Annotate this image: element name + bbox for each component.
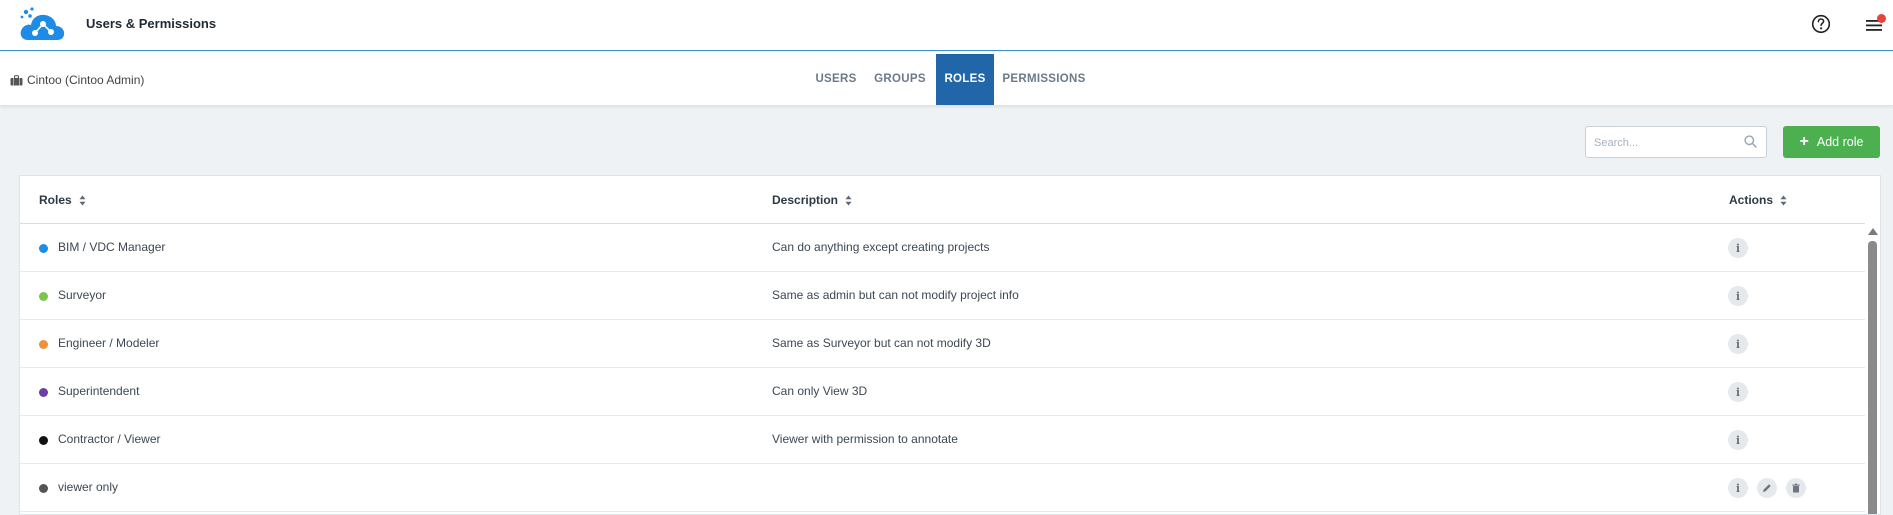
- help-circle-icon[interactable]: [1811, 14, 1831, 34]
- roles-table: Roles Description Actions BIM / VDC Mana…: [19, 175, 1881, 515]
- role-name: viewer only: [58, 480, 119, 494]
- role-description: Same as admin but can not modify project…: [772, 288, 1019, 302]
- column-header-roles[interactable]: Roles: [39, 193, 86, 207]
- search-box[interactable]: [1585, 126, 1767, 158]
- sub-navigation: Cintoo (Cintoo Admin) USERS GROUPS ROLES…: [0, 52, 1893, 105]
- column-label: Description: [772, 193, 839, 207]
- info-icon[interactable]: i: [1728, 382, 1748, 402]
- plus-icon: +: [1799, 133, 1809, 150]
- table-row[interactable]: Superintendent Can only View 3D i: [20, 368, 1865, 416]
- add-role-label: Add role: [1816, 135, 1864, 149]
- table-header: Roles Description Actions: [20, 176, 1865, 224]
- table-row[interactable]: Contractor / Viewer Viewer with permissio…: [20, 416, 1865, 464]
- scroll-up-arrow-icon[interactable]: [1868, 228, 1878, 235]
- info-icon[interactable]: i: [1728, 286, 1748, 306]
- scrollbar[interactable]: [1867, 228, 1879, 514]
- search-icon[interactable]: [1744, 135, 1757, 148]
- briefcase-icon: [10, 74, 23, 85]
- info-icon[interactable]: i: [1728, 430, 1748, 450]
- tab-groups[interactable]: GROUPS: [868, 54, 932, 105]
- role-color-dot: [39, 436, 48, 445]
- add-role-button[interactable]: + Add role: [1783, 126, 1880, 158]
- role-color-dot: [39, 244, 48, 253]
- role-name: Engineer / Modeler: [58, 336, 160, 350]
- column-header-actions[interactable]: Actions: [1729, 193, 1787, 207]
- role-name: Surveyor: [58, 288, 107, 302]
- organization-name: Cintoo (Cintoo Admin): [27, 73, 145, 87]
- table-row[interactable]: viewer only i: [20, 464, 1865, 512]
- sort-icon: [1780, 195, 1787, 205]
- tab-permissions[interactable]: PERMISSIONS: [998, 54, 1090, 105]
- tab-users[interactable]: USERS: [807, 54, 865, 105]
- role-name: BIM / VDC Manager: [58, 240, 166, 254]
- info-icon[interactable]: i: [1728, 478, 1748, 498]
- info-icon[interactable]: i: [1728, 334, 1748, 354]
- top-header: Users & Permissions: [0, 0, 1893, 51]
- role-description: Viewer with permission to annotate: [772, 432, 958, 446]
- role-description: Same as Surveyor but can not modify 3D: [772, 336, 991, 350]
- role-name: Superintendent: [58, 384, 140, 398]
- role-color-dot: [39, 388, 48, 397]
- hamburger-menu-icon[interactable]: [1864, 14, 1886, 35]
- search-input[interactable]: [1592, 128, 1746, 158]
- role-color-dot: [39, 292, 48, 301]
- sort-icon: [845, 195, 852, 205]
- table-row[interactable]: Engineer / Modeler Same as Surveyor but c…: [20, 320, 1865, 368]
- pencil-icon[interactable]: [1757, 478, 1777, 498]
- column-header-description[interactable]: Description: [772, 193, 852, 207]
- info-icon[interactable]: i: [1728, 238, 1748, 258]
- page-title: Users & Permissions: [86, 16, 217, 31]
- column-label: Actions: [1729, 193, 1774, 207]
- role-description: Can do anything except creating projects: [772, 240, 990, 254]
- table-row[interactable]: BIM / VDC Manager Can do anything except …: [20, 224, 1865, 272]
- role-name: Contractor / Viewer: [58, 432, 161, 446]
- column-label: Roles: [39, 193, 72, 207]
- role-description: Can only View 3D: [772, 384, 868, 398]
- role-color-dot: [39, 484, 48, 493]
- organization-label: Cintoo (Cintoo Admin): [10, 73, 144, 87]
- table-row[interactable]: Surveyor Same as admin but can not modify…: [20, 272, 1865, 320]
- sort-icon: [79, 195, 86, 205]
- scroll-thumb[interactable]: [1868, 241, 1877, 514]
- tab-roles[interactable]: ROLES: [936, 54, 994, 105]
- cloud-logo-icon[interactable]: [18, 6, 66, 44]
- trash-icon[interactable]: [1786, 478, 1806, 498]
- notification-dot: [1877, 14, 1886, 23]
- role-color-dot: [39, 340, 48, 349]
